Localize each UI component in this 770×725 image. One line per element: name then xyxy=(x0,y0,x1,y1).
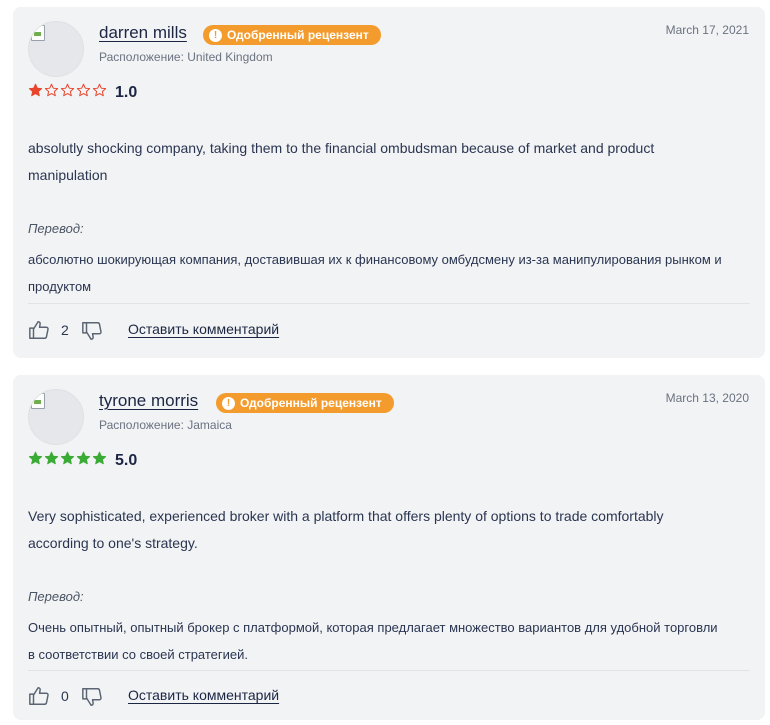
badge-label: Одобренный рецензент xyxy=(240,396,382,410)
star-empty-icon xyxy=(92,83,107,97)
thumbs-down-icon[interactable] xyxy=(81,686,103,708)
author-name-link[interactable]: tyrone morris xyxy=(99,391,198,411)
star-filled-icon xyxy=(92,451,107,465)
approved-reviewer-badge: ! Одобренный рецензент xyxy=(203,25,381,45)
leave-comment-link[interactable]: Оставить комментарий xyxy=(128,321,279,337)
translation-label: Перевод: xyxy=(28,221,84,236)
star-rating xyxy=(28,83,107,98)
star-empty-icon xyxy=(76,83,91,97)
info-icon: ! xyxy=(222,396,235,410)
reviewer-location: Расположение: United Kingdom xyxy=(99,50,273,64)
star-rating xyxy=(28,451,107,466)
reviewer-location: Расположение: Jamaica xyxy=(99,418,232,432)
star-filled-icon xyxy=(28,83,43,97)
approved-reviewer-badge: ! Одобренный рецензент xyxy=(216,393,394,413)
author-name-link[interactable]: darren mills xyxy=(99,23,187,43)
badge-label: Одобренный рецензент xyxy=(227,28,369,42)
review-card: darren mills ! Одобренный рецензент Расп… xyxy=(13,7,765,358)
rating-value: 5.0 xyxy=(115,452,138,469)
like-count: 0 xyxy=(61,688,69,704)
review-text: absolutly shocking company, taking them … xyxy=(28,140,655,183)
translation-text: Очень опытный, опытный брокер с платформ… xyxy=(28,620,718,662)
leave-comment-link[interactable]: Оставить комментарий xyxy=(128,687,279,703)
star-filled-icon xyxy=(28,451,43,465)
thumbs-down-icon[interactable] xyxy=(81,320,103,342)
review-date: March 13, 2020 xyxy=(665,391,749,405)
star-filled-icon xyxy=(60,451,75,465)
info-icon: ! xyxy=(209,28,222,42)
divider xyxy=(28,670,750,671)
avatar xyxy=(28,389,84,445)
translation-text: абсолютно шокирующая компания, доставивш… xyxy=(28,252,722,294)
rating-value: 1.0 xyxy=(115,84,138,101)
review-date: March 17, 2021 xyxy=(665,23,749,37)
review-text: Very sophisticated, experienced broker w… xyxy=(28,508,664,551)
star-filled-icon xyxy=(44,451,59,465)
review-card: tyrone morris ! Одобренный рецензент Рас… xyxy=(13,375,765,720)
star-filled-icon xyxy=(76,451,91,465)
translation-label: Перевод: xyxy=(28,589,84,604)
thumbs-up-icon[interactable] xyxy=(28,319,50,341)
star-empty-icon xyxy=(60,83,75,97)
thumbs-up-icon[interactable] xyxy=(28,685,50,707)
avatar xyxy=(28,21,84,77)
divider xyxy=(28,303,750,304)
like-count: 2 xyxy=(61,322,69,338)
star-empty-icon xyxy=(44,83,59,97)
